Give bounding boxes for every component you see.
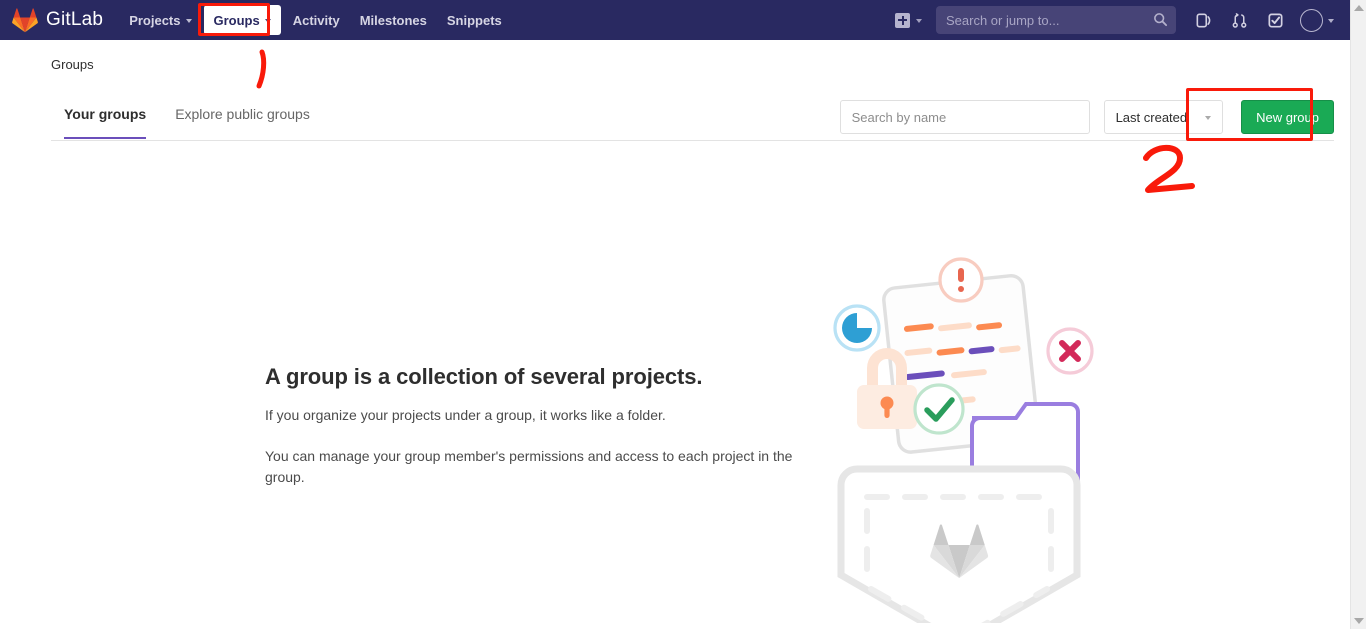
navbar-right-actions (887, 0, 1350, 40)
nav-item-label: Groups (214, 13, 260, 28)
empty-state-paragraph: If you organize your projects under a gr… (265, 405, 835, 426)
primary-nav: Projects Groups Activity Milestones Snip… (119, 0, 512, 40)
sort-dropdown[interactable]: Last created (1104, 100, 1224, 134)
issues-icon (1195, 12, 1212, 29)
breadcrumb-groups[interactable]: Groups (51, 57, 94, 72)
breadcrumb-bar: Groups (0, 40, 1350, 88)
main-content: Your groups Explore public groups Last c… (51, 88, 1334, 628)
gitlab-home-link[interactable]: GitLab (12, 7, 103, 33)
groups-filters: Last created New group (840, 88, 1334, 134)
groups-empty-pocket-illustration (817, 223, 1117, 628)
chevron-down-icon (186, 19, 192, 23)
nav-item-projects[interactable]: Projects (119, 0, 201, 40)
top-navbar: GitLab Projects Groups Activity Mileston… (0, 0, 1350, 40)
chevron-down-icon (265, 19, 271, 23)
groups-tabs: Your groups Explore public groups (51, 88, 326, 140)
brand-name: GitLab (46, 9, 103, 31)
nav-item-label: Activity (293, 13, 340, 28)
nav-item-label: Snippets (447, 13, 502, 28)
merge-requests-icon (1231, 12, 1248, 29)
page-scrollbar[interactable] (1350, 0, 1366, 629)
tab-your-groups[interactable]: Your groups (51, 90, 162, 138)
nav-item-activity[interactable]: Activity (283, 0, 350, 40)
chevron-down-icon (916, 19, 922, 23)
plus-square-icon (895, 13, 910, 28)
global-search-box[interactable] (936, 6, 1176, 34)
scroll-up-arrow-icon[interactable] (1354, 5, 1364, 11)
empty-state-paragraph: You can manage your group member's permi… (265, 446, 835, 488)
groups-tabrow: Your groups Explore public groups Last c… (51, 88, 1334, 141)
nav-item-snippets[interactable]: Snippets (437, 0, 512, 40)
gitlab-tanuki-logo-icon (12, 7, 38, 33)
search-by-name-input[interactable] (840, 100, 1090, 134)
todos-button[interactable] (1258, 0, 1292, 40)
empty-state-title: A group is a collection of several proje… (265, 364, 835, 390)
groups-empty-state: A group is a collection of several proje… (51, 223, 1334, 628)
chevron-down-icon (1328, 19, 1334, 23)
todos-icon (1267, 12, 1284, 29)
nav-item-groups[interactable]: Groups (204, 5, 281, 35)
tab-explore-public-groups[interactable]: Explore public groups (162, 90, 326, 138)
sort-dropdown-label: Last created (1116, 110, 1188, 125)
global-search-input[interactable] (936, 6, 1176, 34)
user-menu-button[interactable] (1294, 0, 1342, 40)
user-avatar (1300, 9, 1323, 32)
chevron-down-icon (1205, 116, 1211, 120)
new-group-button[interactable]: New group (1241, 100, 1334, 134)
nav-item-label: Milestones (360, 13, 427, 28)
nav-item-label: Projects (129, 13, 180, 28)
issues-button[interactable] (1186, 0, 1220, 40)
merge-requests-button[interactable] (1222, 0, 1256, 40)
nav-item-milestones[interactable]: Milestones (350, 0, 437, 40)
empty-state-text: A group is a collection of several proje… (265, 364, 835, 488)
scroll-down-arrow-icon[interactable] (1354, 618, 1364, 624)
create-new-button[interactable] (887, 0, 930, 40)
tab-label: Your groups (64, 106, 146, 122)
tab-label: Explore public groups (175, 106, 310, 122)
